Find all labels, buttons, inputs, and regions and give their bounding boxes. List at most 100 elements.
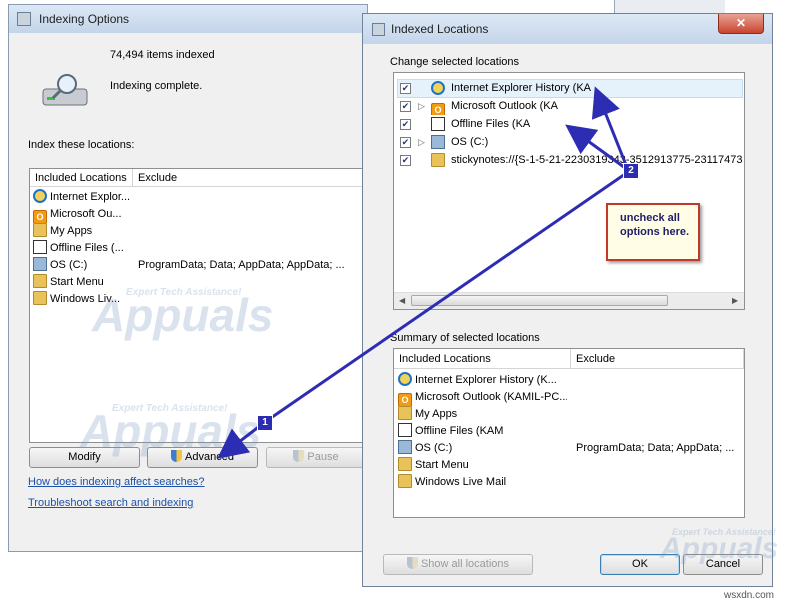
tree-item-label: Internet Explorer History (KA xyxy=(451,82,591,94)
summary-column-header-exclude[interactable]: Exclude xyxy=(571,349,744,369)
column-header-exclude[interactable]: Exclude xyxy=(133,169,365,187)
folder-icon xyxy=(431,153,445,167)
list-item-name: Offline Files (... xyxy=(50,242,124,254)
tree-item-label: Microsoft Outlook (KA xyxy=(451,100,558,112)
summary-row[interactable]: OS (C:) ProgramData; Data; AppData; ... xyxy=(398,440,742,457)
summary-row[interactable]: Internet Explorer History (K... xyxy=(398,372,742,389)
watermark-brand-2: Appuals xyxy=(80,405,262,457)
list-item[interactable]: O Microsoft Ou... xyxy=(33,206,363,223)
summary-row-exclude: ProgramData; Data; AppData; ... xyxy=(576,442,735,454)
indexing-options-title-icon xyxy=(17,12,31,26)
indexing-drive-icon xyxy=(41,73,91,109)
folder-icon xyxy=(398,457,412,471)
show-all-locations-button[interactable]: Show all locations xyxy=(383,554,533,575)
folder-icon xyxy=(33,291,47,305)
folder-icon xyxy=(33,274,47,288)
folder-icon xyxy=(33,223,47,237)
troubleshoot-link[interactable]: Troubleshoot search and indexing xyxy=(28,497,193,509)
summary-list[interactable]: Included Locations Exclude Internet Expl… xyxy=(393,348,745,518)
indexing-options-window: Indexing Options 74,494 items indexed In… xyxy=(8,4,368,552)
list-item-name: My Apps xyxy=(50,225,93,237)
summary-label: Summary of selected locations xyxy=(390,332,540,344)
list-item-name: Microsoft Ou... xyxy=(50,208,122,220)
summary-row-name: Start Menu xyxy=(415,459,469,471)
tree-horizontal-scrollbar[interactable]: ◀ ▶ xyxy=(394,292,744,309)
summary-row-name: My Apps xyxy=(415,408,458,420)
watermark-brand-1: Appuals xyxy=(92,289,274,341)
expand-icon[interactable]: ▷ xyxy=(418,134,425,151)
tree-item-label: Offline Files (KA xyxy=(451,118,531,130)
checkbox[interactable]: ✔ xyxy=(400,101,411,112)
summary-row[interactable]: Offline Files (KAM xyxy=(398,423,742,440)
offline-files-icon xyxy=(33,240,47,254)
step-badge-1: 1 xyxy=(257,415,273,431)
list-item-name: Internet Explor... xyxy=(50,191,130,203)
list-item[interactable]: My Apps xyxy=(33,223,363,240)
tree-item-label: OS (C:) xyxy=(451,136,489,148)
watermark-brand-3: Appuals xyxy=(660,532,779,565)
summary-row-name: OS (C:) xyxy=(415,442,453,454)
location-tree[interactable]: ✔ Internet Explorer History (KA ✔ ▷ O Microso… xyxy=(393,72,745,310)
shield-icon xyxy=(293,450,305,462)
list-item[interactable]: Offline Files (... xyxy=(33,240,363,257)
how-indexing-affects-link[interactable]: How does indexing affect searches? xyxy=(28,476,205,488)
indexed-locations-title: Indexed Locations xyxy=(391,22,489,36)
tree-item[interactable]: ✔ Offline Files (KA xyxy=(398,116,742,133)
callout-box: uncheck all options here. xyxy=(606,203,700,261)
callout-text: uncheck all options here. xyxy=(620,212,690,238)
indexing-status: Indexing complete. xyxy=(110,80,203,92)
summary-row-name: Internet Explorer History (K... xyxy=(415,374,557,386)
shield-icon xyxy=(406,557,418,569)
footer-watermark: wsxdn.com xyxy=(724,590,775,601)
close-button[interactable]: ✕ xyxy=(718,14,764,34)
column-header-included[interactable]: Included Locations xyxy=(30,169,133,187)
folder-icon xyxy=(398,474,412,488)
outlook-icon: O xyxy=(398,393,412,406)
indexing-options-titlebar: Indexing Options xyxy=(9,5,367,33)
scrollbar-thumb[interactable] xyxy=(411,295,668,306)
indexed-locations-window: Indexed Locations ✕ Change selected loca… xyxy=(362,13,773,587)
checkbox[interactable]: ✔ xyxy=(400,83,411,94)
summary-row[interactable]: Start Menu xyxy=(398,457,742,474)
pause-button-label: Pause xyxy=(307,451,339,463)
summary-column-header-included[interactable]: Included Locations xyxy=(394,349,571,369)
summary-row[interactable]: Windows Live Mail xyxy=(398,474,742,491)
offline-files-icon xyxy=(398,423,412,437)
ie-icon xyxy=(431,81,445,95)
scroll-right-arrow-icon[interactable]: ▶ xyxy=(732,296,738,305)
close-icon: ✕ xyxy=(735,16,747,30)
list-item[interactable]: Internet Explor... xyxy=(33,189,363,206)
step-badge-2: 2 xyxy=(623,163,639,179)
ie-icon xyxy=(398,372,412,386)
indexed-locations-title-icon xyxy=(372,23,385,36)
drive-icon xyxy=(431,135,445,149)
summary-row-name: Windows Live Mail xyxy=(415,476,507,488)
ie-icon xyxy=(33,189,47,203)
change-locations-label: Change selected locations xyxy=(390,56,520,68)
tree-item[interactable]: ✔ ▷ O Microsoft Outlook (KA xyxy=(398,98,742,115)
tree-item[interactable]: ✔ ▷ OS (C:) xyxy=(398,134,742,151)
checkbox[interactable]: ✔ xyxy=(400,119,411,130)
outlook-icon: O xyxy=(33,210,47,223)
indexing-options-title: Indexing Options xyxy=(39,12,130,26)
scroll-left-arrow-icon[interactable]: ◀ xyxy=(399,296,405,305)
checkbox[interactable]: ✔ xyxy=(400,137,411,148)
summary-row-name: Offline Files (KAM xyxy=(415,425,504,437)
indexed-locations-titlebar: Indexed Locations ✕ xyxy=(363,14,772,44)
expand-icon[interactable]: ▷ xyxy=(418,98,425,115)
list-item-name: OS (C:) xyxy=(50,259,88,271)
items-indexed-count: 74,494 items indexed xyxy=(110,49,215,61)
list-item[interactable]: OS (C:) ProgramData; Data; AppData; AppDa… xyxy=(33,257,363,274)
tree-item[interactable]: ✔ stickynotes://{S-1-5-21-2230319343-3512… xyxy=(398,152,742,169)
pause-button[interactable]: Pause xyxy=(266,447,366,468)
summary-row[interactable]: My Apps xyxy=(398,406,742,423)
index-locations-label: Index these locations: xyxy=(28,139,135,151)
folder-icon xyxy=(398,406,412,420)
summary-row[interactable]: O Microsoft Outlook (KAMIL-PC... xyxy=(398,389,742,406)
outlook-icon: O xyxy=(431,103,445,115)
tree-item[interactable]: ✔ Internet Explorer History (KA xyxy=(397,79,743,98)
list-item-exclude: ProgramData; Data; AppData; AppData; ... xyxy=(138,259,345,271)
drive-icon xyxy=(33,257,47,271)
checkbox[interactable]: ✔ xyxy=(400,155,411,166)
tree-item-label: stickynotes://{S-1-5-21-2230319343-35129… xyxy=(451,154,742,166)
